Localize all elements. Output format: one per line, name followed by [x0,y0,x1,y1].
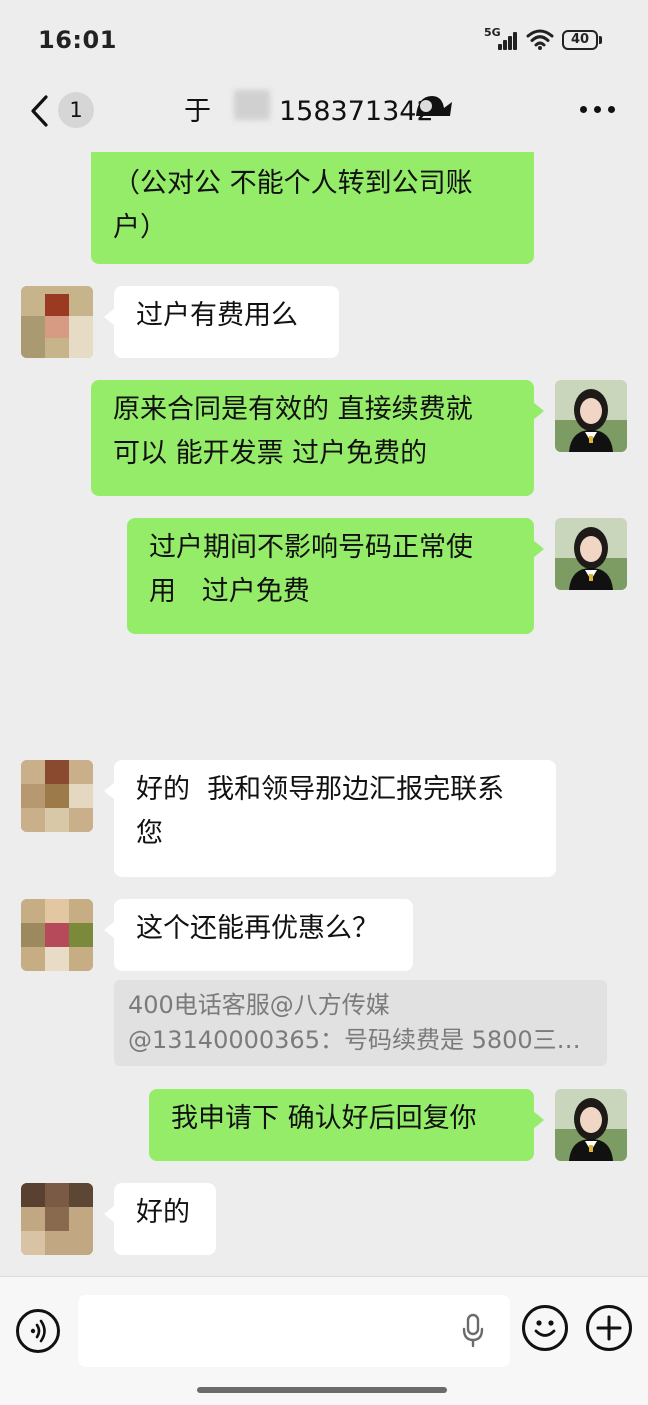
message-text-line: 原来合同是有效的 直接续费就 [113,394,473,425]
quote-line-1: 400电话客服@八方传媒 [128,991,390,1019]
message-input[interactable] [78,1295,510,1367]
status-bar: 16:01 5G 40 [0,0,648,80]
message-bubble-mine[interactable]: 原来合同是有效的 直接续费就 可以 能开发票 过户免费的 [91,380,544,496]
more-options-button[interactable] [580,106,616,116]
message-bubble-mine[interactable]: 我申请下 确认好后回复你 [149,1089,544,1161]
contact-avatar[interactable] [21,286,93,358]
message-text-line: （公对公 不能个人转到公司账 [113,168,473,199]
wifi-icon [526,29,554,50]
input-bar [0,1276,648,1405]
message-text-line: 好的 [136,1197,190,1228]
message-text-line: 好的 我和领导那边汇报完联系 [136,774,505,805]
contact-avatar[interactable] [21,1183,93,1255]
chevron-left-icon[interactable] [28,94,52,128]
plus-icon[interactable] [586,1305,632,1351]
emoji-icon[interactable] [522,1305,568,1351]
message-text-line: 可以 能开发票 过户免费的 [113,438,428,469]
battery-tip [599,36,602,44]
message-text-line: 您 [136,818,163,849]
network-type: 5G [484,26,501,39]
person-photo-icon [555,380,627,452]
unread-count-badge[interactable]: 1 [58,92,94,128]
message-bubble-mine[interactable]: 过户期间不影响号码正常使 用 过户免费 [127,518,544,634]
message-text-line: 过户有费用么 [136,300,298,331]
voice-icon[interactable] [16,1309,60,1353]
redaction-mark-icon [416,96,452,116]
home-indicator[interactable] [197,1387,447,1393]
title-prefix: 于 [184,96,211,127]
message-text-line: 我申请下 确认好后回复你 [171,1103,477,1134]
message-bubble-theirs[interactable]: 过户有费用么 [104,286,339,358]
title-number: 15837134 [279,96,417,127]
redaction-blur [234,90,270,120]
contact-avatar[interactable] [21,760,93,832]
message-bubble-theirs[interactable]: 好的 [104,1183,216,1255]
message-text-line: 用 过户免费 [149,576,310,607]
message-text-line: 过户期间不影响号码正常使 [149,532,473,563]
person-photo-icon [555,1089,627,1161]
microphone-icon[interactable] [460,1313,486,1349]
chat-header: 1 于158371342 [0,80,648,152]
person-photo-icon [555,518,627,590]
my-avatar[interactable] [555,1089,627,1161]
cellular-signal-icon: 5G [484,26,520,50]
my-avatar[interactable] [555,518,627,590]
message-bubble-theirs[interactable]: 这个还能再优惠么？ [104,899,413,971]
message-text-line: 户） [113,212,167,243]
battery-icon: 40 [562,30,598,50]
status-time: 16:01 [38,26,117,54]
contact-avatar[interactable] [21,899,93,971]
message-text-line: 这个还能再优惠么？ [136,913,379,944]
quoted-message[interactable]: 400电话客服@八方传媒 @13140000365：号码续费是 5800三… [114,980,607,1066]
message-bubble-theirs[interactable]: 好的 我和领导那边汇报完联系 您 [104,760,556,877]
message-bubble-mine[interactable]: （公对公 不能个人转到公司账 户） [91,152,534,264]
quote-line-2: @13140000365：号码续费是 5800三… [128,1026,581,1054]
my-avatar[interactable] [555,380,627,452]
